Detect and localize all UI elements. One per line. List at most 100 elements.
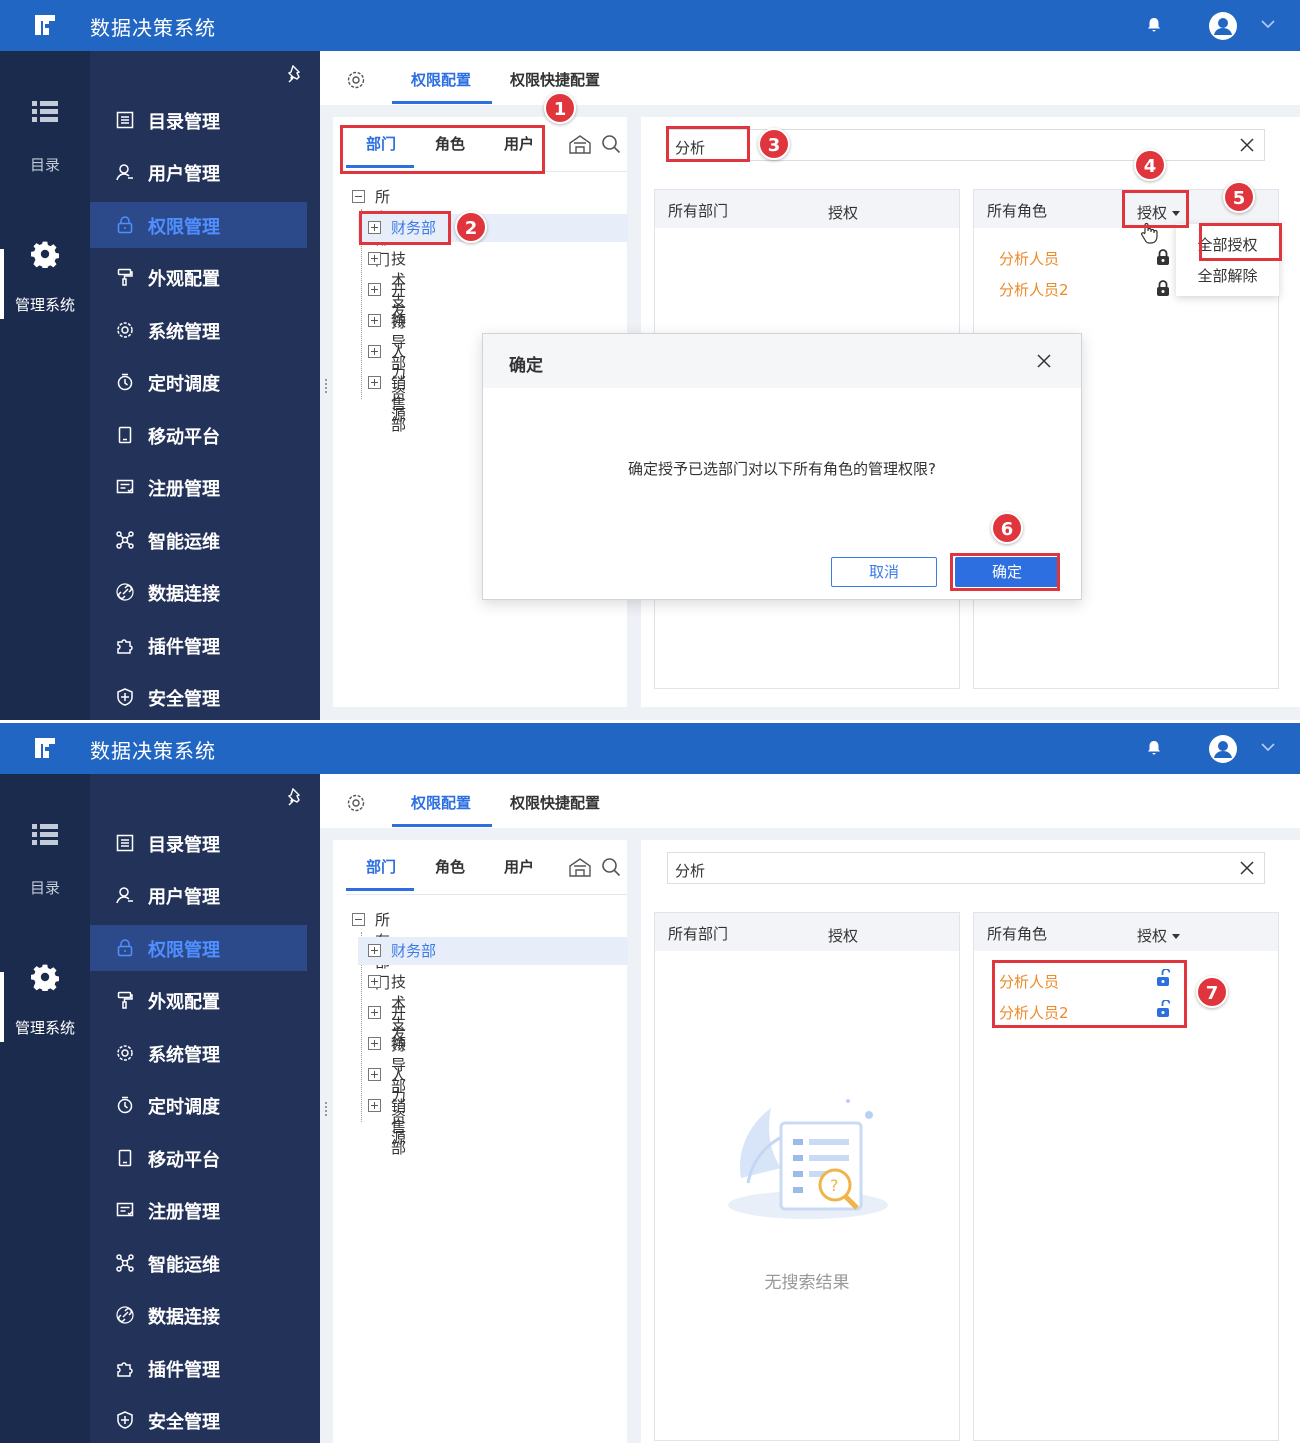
search-icon[interactable]: [601, 134, 621, 154]
cancel-button[interactable]: 取消: [831, 557, 937, 587]
menu-item-plugins[interactable]: 插件管理: [90, 1345, 307, 1391]
side-menu: 目录管理 用户管理 权限管理 外观配置 系统管理 定时调度 移动平台 注册管理 …: [90, 51, 320, 720]
list-icon[interactable]: [32, 101, 58, 123]
menu-item-schedule[interactable]: 定时调度: [90, 359, 307, 405]
highlight-dept-tabs: [340, 125, 545, 174]
menu-item-catalog[interactable]: 目录管理: [90, 820, 307, 866]
role-row[interactable]: 分析人员2: [999, 279, 1069, 300]
org-tree-pane: 部门 角色 用户 所有部门 财务部 技术支持 开发 领导部 人力资源 销售部: [333, 840, 628, 1443]
menu-item-data-connection[interactable]: 数据连接: [90, 1292, 307, 1338]
subtab-dept[interactable]: 部门: [366, 856, 396, 877]
close-icon[interactable]: [1037, 354, 1051, 368]
settings-icon[interactable]: [346, 793, 366, 813]
tree-item-finance[interactable]: 财务部: [358, 937, 628, 965]
highlight-finance: [359, 211, 451, 245]
tab-permission-config[interactable]: 权限配置: [411, 69, 471, 90]
tab-quick-config[interactable]: 权限快捷配置: [510, 69, 600, 90]
chevron-down-icon[interactable]: [1260, 741, 1276, 753]
avatar[interactable]: [1209, 735, 1237, 763]
expand-icon[interactable]: [368, 252, 381, 265]
pin-icon[interactable]: [288, 65, 304, 83]
menu-item-appearance[interactable]: 外观配置: [90, 254, 307, 300]
chevron-down-icon[interactable]: [1260, 18, 1276, 30]
expand-icon[interactable]: [368, 376, 381, 389]
step-badge: 4: [1134, 149, 1166, 181]
search-input[interactable]: 分析: [667, 129, 1265, 161]
puzzle-icon: [117, 639, 133, 654]
side-menu: 目录管理 用户管理 权限管理 外观配置 系统管理 定时调度 移动平台 注册管理 …: [90, 774, 320, 1443]
expand-icon[interactable]: [368, 345, 381, 358]
expand-icon[interactable]: [368, 1006, 381, 1019]
rail-catalog-label[interactable]: 目录: [0, 154, 90, 175]
subtab-role[interactable]: 角色: [435, 856, 465, 877]
logo-icon: [35, 738, 55, 758]
gear-icon[interactable]: [31, 240, 59, 268]
menu-item-register[interactable]: 注册管理: [90, 1187, 307, 1233]
list-icon[interactable]: [32, 824, 58, 846]
list-doc-icon: [116, 111, 134, 129]
lock-icon: [117, 939, 133, 957]
register-icon: [116, 1202, 134, 1217]
expand-icon[interactable]: [368, 283, 381, 296]
collapse-icon[interactable]: [352, 190, 365, 203]
paint-roller-icon: [117, 991, 133, 1009]
subtab-user[interactable]: 用户: [504, 856, 534, 877]
menu-item-catalog[interactable]: 目录管理: [90, 97, 307, 143]
menu-item-plugins[interactable]: 插件管理: [90, 622, 307, 668]
menu-item-revoke-all[interactable]: 全部解除: [1176, 265, 1279, 286]
timer-icon: [117, 373, 133, 391]
expand-icon[interactable]: [368, 1099, 381, 1112]
building-icon[interactable]: [569, 857, 591, 877]
grant-dropdown[interactable]: 授权: [1137, 925, 1181, 946]
settings-icon[interactable]: [346, 70, 366, 90]
clear-icon[interactable]: [1240, 138, 1254, 152]
menu-item-mobile[interactable]: 移动平台: [90, 412, 307, 458]
expand-icon[interactable]: [368, 1037, 381, 1050]
bell-icon[interactable]: [1146, 740, 1162, 756]
menu-item-security[interactable]: 安全管理: [90, 1397, 307, 1443]
pin-icon[interactable]: [288, 788, 304, 806]
menu-item-register[interactable]: 注册管理: [90, 464, 307, 510]
menu-item-schedule[interactable]: 定时调度: [90, 1082, 307, 1128]
menu-item-users[interactable]: 用户管理: [90, 872, 307, 918]
collapse-icon[interactable]: [352, 913, 365, 926]
menu-item-security[interactable]: 安全管理: [90, 674, 307, 720]
rail-catalog-label[interactable]: 目录: [0, 877, 90, 898]
screenshot-step-2: 数据决策系统 目录 管理系统 目录管理 用户管理 权限管理 外观配置 系统管理 …: [0, 723, 1300, 1443]
expand-icon[interactable]: [368, 314, 381, 327]
building-icon[interactable]: [569, 134, 591, 154]
menu-item-permissions[interactable]: 权限管理: [90, 202, 307, 248]
active-tab-underline: [392, 824, 492, 827]
menu-item-ops[interactable]: 智能运维: [90, 1240, 307, 1286]
menu-item-system[interactable]: 系统管理: [90, 1030, 307, 1076]
menu-item-users[interactable]: 用户管理: [90, 149, 307, 195]
lock-closed-icon[interactable]: [1156, 279, 1170, 297]
rail-manage-label[interactable]: 管理系统: [0, 1017, 90, 1038]
search-input[interactable]: 分析: [667, 852, 1265, 884]
gear-icon[interactable]: [31, 963, 59, 991]
menu-item-appearance[interactable]: 外观配置: [90, 977, 307, 1023]
highlight-grant-dropdown: [1122, 190, 1189, 228]
role-row[interactable]: 分析人员: [999, 248, 1059, 269]
rail-manage-label[interactable]: 管理系统: [0, 294, 90, 315]
expand-icon[interactable]: [368, 1068, 381, 1081]
bell-icon[interactable]: [1146, 17, 1162, 33]
menu-item-permissions[interactable]: 权限管理: [90, 925, 307, 971]
search-icon[interactable]: [601, 857, 621, 877]
splitter-handle[interactable]: [325, 1102, 327, 1116]
puzzle-icon: [117, 1362, 133, 1377]
lock-closed-icon[interactable]: [1156, 248, 1170, 266]
menu-item-ops[interactable]: 智能运维: [90, 517, 307, 563]
expand-icon[interactable]: [368, 975, 381, 988]
menu-item-mobile[interactable]: 移动平台: [90, 1135, 307, 1181]
expand-icon[interactable]: [368, 944, 381, 957]
tab-permission-config[interactable]: 权限配置: [411, 792, 471, 813]
splitter-handle[interactable]: [325, 379, 327, 393]
logo-icon: [35, 15, 55, 35]
clear-icon[interactable]: [1240, 861, 1254, 875]
menu-item-system[interactable]: 系统管理: [90, 307, 307, 353]
tabs-bar: 权限配置 权限快捷配置: [320, 774, 1300, 828]
tab-quick-config[interactable]: 权限快捷配置: [510, 792, 600, 813]
avatar[interactable]: [1209, 12, 1237, 40]
menu-item-data-connection[interactable]: 数据连接: [90, 569, 307, 615]
